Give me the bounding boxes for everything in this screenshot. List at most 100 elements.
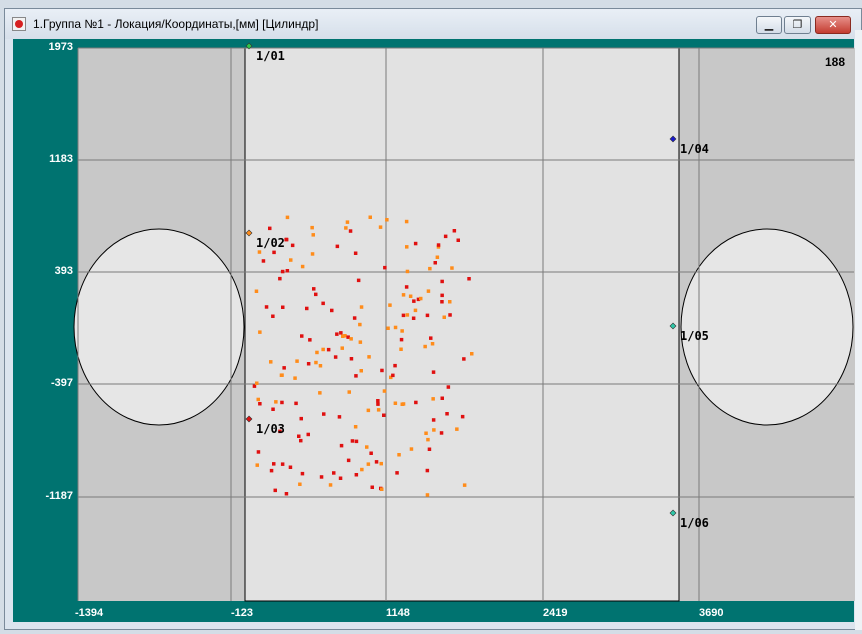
location-plot[interactable]: 188 1/01 1/02 1/03 1/04 1/05 1/06 1973 1183 39… xyxy=(13,39,858,622)
event-point-orange xyxy=(274,400,278,404)
event-point-orange xyxy=(328,483,333,487)
event-point-red xyxy=(356,278,361,283)
event-point-orange xyxy=(366,408,371,413)
app-icon[interactable] xyxy=(12,17,26,31)
event-point-red xyxy=(374,460,379,464)
event-point-red xyxy=(305,306,309,311)
event-point-orange xyxy=(404,219,409,224)
event-point-red xyxy=(284,237,288,242)
event-point-orange xyxy=(435,255,440,259)
x-tick-label: 1148 xyxy=(386,607,410,619)
window-title: 1.Группа №1 - Локация/Координаты,[мм] [Ц… xyxy=(33,17,319,31)
event-point-red xyxy=(431,370,436,374)
event-point-red xyxy=(261,259,266,263)
event-point-red xyxy=(326,347,331,352)
event-point-red xyxy=(338,476,343,480)
close-button[interactable]: ✕ xyxy=(815,16,851,34)
cylinder-end-right xyxy=(680,228,854,426)
event-point-red xyxy=(280,269,285,274)
event-point-red xyxy=(348,229,353,233)
event-point-red xyxy=(376,399,380,403)
event-point-orange xyxy=(382,389,387,393)
event-point-orange xyxy=(425,493,430,497)
event-point-red xyxy=(395,471,399,475)
event-point-red xyxy=(258,402,262,406)
plot-canvas[interactable]: 188 1/01 1/02 1/03 1/04 1/05 1/06 xyxy=(13,39,854,622)
event-point-red xyxy=(264,305,269,309)
event-point-orange xyxy=(340,346,344,350)
x-tick-label: 2419 xyxy=(543,607,568,619)
event-point-red xyxy=(354,473,359,477)
event-point-red xyxy=(440,300,444,304)
event-point-orange xyxy=(358,340,363,344)
event-point-red xyxy=(401,313,406,318)
event-point-orange xyxy=(300,264,305,269)
event-point-red xyxy=(269,468,274,473)
event-point-orange xyxy=(423,344,427,349)
event-point-orange xyxy=(280,373,284,377)
background-window-edge xyxy=(855,30,862,630)
event-point-red xyxy=(462,357,466,361)
event-point-red xyxy=(335,244,340,249)
event-point-orange xyxy=(359,305,364,309)
event-point-red xyxy=(383,265,387,270)
sensor-label: 1/02 xyxy=(256,236,285,250)
y-tick-label: 393 xyxy=(54,265,73,277)
event-point-red xyxy=(271,407,275,411)
event-point-red xyxy=(393,363,397,368)
event-point-red xyxy=(299,438,303,443)
event-point-red xyxy=(460,414,465,419)
event-point-red xyxy=(352,316,357,320)
event-point-orange xyxy=(367,355,371,359)
event-point-orange xyxy=(455,427,459,431)
event-point-red xyxy=(448,313,452,317)
event-point-red xyxy=(353,251,358,255)
event-point-red xyxy=(456,238,460,242)
event-point-orange xyxy=(409,447,414,451)
event-point-red xyxy=(429,336,433,340)
event-point-orange xyxy=(380,487,384,491)
sensor-label: 1/05 xyxy=(680,329,709,343)
event-point-orange xyxy=(399,347,403,351)
event-point-orange xyxy=(293,376,297,380)
event-point-orange xyxy=(345,220,350,224)
event-point-red xyxy=(322,412,326,416)
event-point-orange xyxy=(311,233,315,237)
y-tick-label: -397 xyxy=(50,377,73,389)
event-point-red xyxy=(349,357,354,361)
event-point-orange xyxy=(432,428,436,432)
minimize-button[interactable]: ▁ xyxy=(756,16,782,34)
event-point-orange xyxy=(401,402,406,406)
event-point-orange xyxy=(462,483,467,487)
event-point-red xyxy=(256,450,261,454)
event-point-red xyxy=(467,277,471,281)
event-point-orange xyxy=(405,269,410,274)
event-point-orange xyxy=(405,313,410,317)
event-point-red xyxy=(278,276,282,281)
maximize-button[interactable]: ❐ xyxy=(784,16,811,34)
event-counter: 188 xyxy=(825,55,845,69)
event-point-orange xyxy=(378,225,383,229)
event-point-red xyxy=(440,279,444,284)
event-point-orange xyxy=(386,326,390,330)
x-tick-label: -123 xyxy=(231,607,254,619)
event-point-red xyxy=(280,400,284,405)
cylinder-shell xyxy=(244,47,680,602)
event-point-red xyxy=(337,415,342,419)
event-point-red xyxy=(284,492,289,496)
title-bar[interactable]: 1.Группа №1 - Локация/Координаты,[мм] [Ц… xyxy=(5,9,861,39)
event-point-red xyxy=(452,229,457,233)
event-point-orange xyxy=(426,289,431,293)
event-point-red xyxy=(280,462,285,466)
event-point-orange xyxy=(424,431,428,435)
event-point-orange xyxy=(341,334,345,338)
event-point-orange xyxy=(347,390,351,394)
event-point-red xyxy=(354,374,358,378)
event-point-orange xyxy=(408,294,413,298)
event-point-red xyxy=(321,301,325,306)
y-tick-label: 1183 xyxy=(49,153,73,165)
event-point-red xyxy=(404,285,409,289)
event-point-red xyxy=(370,485,374,489)
event-point-red xyxy=(413,241,418,246)
event-point-red xyxy=(440,293,444,298)
